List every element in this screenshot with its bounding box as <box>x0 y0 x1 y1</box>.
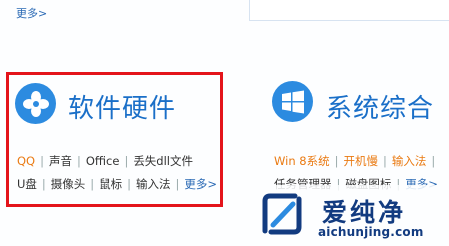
watermark-logo-icon <box>262 193 302 235</box>
divider: | <box>431 154 436 168</box>
divider: | <box>334 154 339 168</box>
link-mouse[interactable]: 鼠标 <box>99 176 122 192</box>
link-input-method[interactable]: 输入法 <box>136 176 171 192</box>
divider: | <box>41 177 46 191</box>
link-system-input-method[interactable]: 输入法 <box>392 153 427 169</box>
hardware-row-2: U盘 | 摄像头 | 鼠标 | 输入法 | 更多> <box>17 176 217 192</box>
link-office[interactable]: Office <box>86 154 120 168</box>
watermark-url: aichunjing.com <box>318 225 424 239</box>
link-win8[interactable]: Win 8系统 <box>274 153 330 169</box>
system-row-1: Win 8系统 | 开机慢 | 输入法 | <box>274 153 440 169</box>
divider: | <box>127 177 132 191</box>
link-qq[interactable]: QQ <box>17 154 35 168</box>
top-more-link[interactable]: 更多> <box>16 5 47 21</box>
divider: | <box>175 177 180 191</box>
hardware-more-link[interactable]: 更多> <box>184 176 217 192</box>
hardware-row-1: QQ | 声音 | Office | 丢失dll文件 <box>17 153 193 169</box>
divider: | <box>40 154 44 168</box>
link-sound[interactable]: 声音 <box>49 153 72 169</box>
windows-icon <box>272 81 313 122</box>
divider: | <box>382 154 387 168</box>
divider: | <box>124 154 129 168</box>
clover-icon <box>15 83 56 124</box>
link-slow-boot[interactable]: 开机慢 <box>343 153 378 169</box>
link-usb-drive[interactable]: U盘 <box>17 176 37 192</box>
hardware-title[interactable]: 软件硬件 <box>68 88 176 125</box>
system-title[interactable]: 系统综合 <box>326 88 434 125</box>
link-missing-dll[interactable]: 丢失dll文件 <box>133 153 193 169</box>
divider: | <box>90 177 95 191</box>
divider: | <box>76 154 81 168</box>
watermark-name: 爱纯净 <box>322 198 407 227</box>
link-camera[interactable]: 摄像头 <box>51 176 86 192</box>
top-panel <box>249 0 449 21</box>
